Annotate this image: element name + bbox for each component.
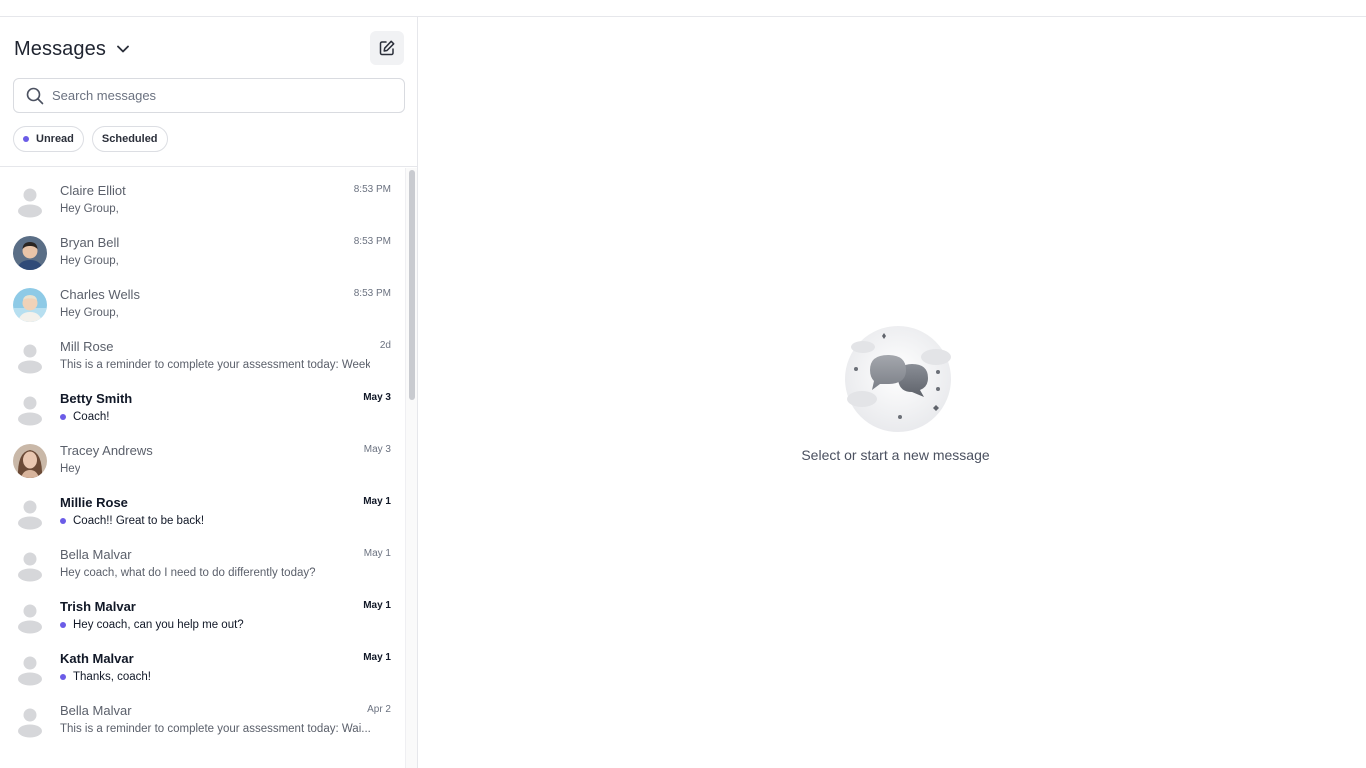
empty-state: Select or start a new message [418,317,1366,463]
unread-indicator-dot [60,622,66,628]
scrollbar-thumb[interactable] [409,170,415,400]
empty-state-text: Select or start a new message [801,447,990,463]
conversation-time: 8:53 PM [353,288,391,299]
conversation-row[interactable]: Bella Malvar This is a reminder to compl… [0,688,405,740]
conversation-row[interactable]: Millie Rose Coach!! Great to be back! Ma… [0,480,405,532]
conversation-row[interactable]: Trish Malvar Hey coach, can you help me … [0,584,405,636]
conversation-preview: Hey Group, [60,203,119,215]
user-placeholder-icon [13,548,47,582]
conversation-time: 8:53 PM [353,236,391,247]
conversation-row[interactable]: Betty Smith Coach! May 3 [0,376,405,428]
conversation-preview: Hey coach, can you help me out? [60,619,244,631]
compose-icon [378,39,396,57]
conversation-preview: Coach!! Great to be back! [60,515,204,527]
preview-text: Coach!! Great to be back! [73,515,205,527]
conversation-row[interactable]: Bella Malvar Hey coach, what do I need t… [0,532,405,584]
top-bar [0,0,1366,17]
conversation-name: Bella Malvar [60,547,132,562]
preview-text: Hey Group, [60,255,119,267]
sidebar-header: Messages [14,31,130,67]
conversation-preview: Thanks, coach! [60,671,151,683]
conversation-preview: This is a reminder to complete your asse… [60,359,370,371]
unread-indicator-dot [60,518,66,524]
conversation-row[interactable]: Bryan Bell Hey Group, 8:53 PM [0,220,405,272]
user-placeholder-icon [13,600,47,634]
conversation-time: May 1 [363,600,391,611]
message-pane: Select or start a new message [418,17,1366,768]
conversation-name: Kath Malvar [60,651,134,666]
conversation-preview: Hey coach, what do I need to do differen… [60,567,316,579]
page-title: Messages [14,37,106,60]
preview-text: Hey [60,463,81,475]
conversation-list: Claire Elliot Hey Group, 8:53 PM Bryan B… [0,168,405,768]
conversation-name: Betty Smith [60,391,133,406]
filter-unread-label: Unread [36,133,74,145]
preview-text: Hey Group, [60,307,119,319]
conversation-name: Tracey Andrews [60,443,153,458]
conversation-name: Bryan Bell [60,235,120,250]
conversation-preview: This is a reminder to complete your asse… [60,723,370,735]
conversation-row[interactable]: Charles Wells Hey Group, 8:53 PM [0,272,405,324]
chevron-down-icon[interactable] [116,42,130,56]
conversation-name: Millie Rose [60,495,128,510]
filter-unread-chip[interactable]: Unread [13,126,84,152]
conversation-time: May 3 [363,392,391,403]
conversation-name: Claire Elliot [60,183,126,198]
filter-chips: Unread Scheduled [13,126,168,152]
conversation-preview: Hey [60,463,80,475]
conversation-list-scrollbar[interactable] [405,168,417,768]
unread-indicator-dot [60,674,66,680]
conversation-time: May 1 [363,652,391,663]
conversation-preview: Coach! [60,411,109,423]
user-placeholder-icon [13,184,47,218]
search-input[interactable] [52,88,382,103]
user-placeholder-icon [13,496,47,530]
conversation-row[interactable]: Tracey Andrews Hey May 3 [0,428,405,480]
conversation-row[interactable]: Claire Elliot Hey Group, 8:53 PM [0,168,405,220]
user-placeholder-icon [13,652,47,686]
preview-text: Hey coach, what do I need to do differen… [60,567,316,579]
avatar [13,444,47,478]
conversation-name: Charles Wells [60,287,140,302]
conversation-row[interactable]: Mill Rose This is a reminder to complete… [0,324,405,376]
conversation-time: 8:53 PM [353,184,391,195]
conversation-preview: Hey Group, [60,307,119,319]
user-placeholder-icon [13,392,47,426]
messages-sidebar: Messages Unread Scheduled [0,17,418,768]
conversation-name: Trish Malvar [60,599,136,614]
avatar [13,288,47,322]
user-placeholder-icon [13,704,47,738]
user-placeholder-icon [13,340,47,374]
divider [0,166,417,167]
conversation-time: Apr 2 [367,704,391,715]
preview-text: Hey coach, can you help me out? [73,619,244,631]
unread-indicator-dot [23,136,29,142]
conversation-time: May 1 [363,496,391,507]
conversation-name: Bella Malvar [60,703,132,718]
preview-text: Thanks, coach! [73,671,151,683]
avatar [13,236,47,270]
conversation-name: Mill Rose [60,339,114,354]
search-box [13,78,405,113]
compose-button[interactable] [370,31,404,65]
chat-bubbles-illustration [836,317,956,437]
filter-scheduled-chip[interactable]: Scheduled [91,126,168,152]
conversation-time: May 1 [363,548,391,559]
preview-text: This is a reminder to complete your asse… [60,723,370,735]
conversation-time: 2d [379,340,391,351]
unread-indicator-dot [60,414,66,420]
conversation-time: May 3 [363,444,391,455]
preview-text: Coach! [73,411,110,423]
search-icon [26,87,44,105]
preview-text: Hey Group, [60,203,119,215]
conversation-row[interactable]: Kath Malvar Thanks, coach! May 1 [0,636,405,688]
conversation-preview: Hey Group, [60,255,119,267]
filter-scheduled-label: Scheduled [101,133,158,145]
preview-text: This is a reminder to complete your asse… [60,359,370,371]
